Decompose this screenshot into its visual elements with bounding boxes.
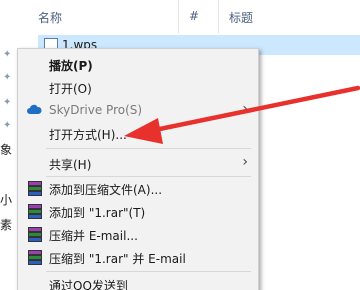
menu-separator — [46, 148, 251, 149]
column-header-name[interactable]: 名称 — [38, 9, 62, 26]
submenu-arrow-icon: › — [242, 154, 248, 170]
menu-item-skydrive-pro[interactable]: SkyDrive Pro(S) › — [18, 99, 258, 121]
nav-item-label[interactable]: 象 — [0, 143, 16, 157]
menu-item-label: SkyDrive Pro(S) — [49, 103, 143, 117]
menu-item-label: 添加到 "1.rar"(T) — [49, 206, 146, 220]
menu-item-add-to-archive[interactable]: 添加到压缩文件(A)... — [18, 177, 258, 199]
pin-icon: ✦ — [3, 49, 12, 60]
submenu-arrow-icon: › — [242, 101, 248, 117]
navigation-pane: ✦ ✦ ✦ ✦ 象 小 素 — [0, 0, 18, 290]
winrar-icon — [26, 226, 42, 242]
menu-item-label: 打开方式(H)... — [49, 128, 127, 142]
pin-icon: ✦ — [3, 72, 12, 83]
column-header-title[interactable]: 标题 — [229, 9, 253, 26]
menu-item-play[interactable]: 播放(P) — [18, 53, 258, 75]
menu-item-label: 播放(P) — [49, 59, 93, 73]
column-header-number[interactable]: # — [189, 9, 199, 23]
context-menu: 播放(P) 打开(O) SkyDrive Pro(S) › 打开方式(H)...… — [17, 48, 259, 290]
nav-item-label[interactable]: 素 — [0, 218, 16, 232]
cloud-icon — [27, 104, 42, 114]
winrar-icon — [26, 203, 42, 219]
column-header-bar: ^ 名称 # 标题 — [18, 0, 360, 33]
sort-chevron-icon: ^ — [100, 0, 109, 6]
menu-item-label: 共享(H) — [49, 158, 92, 172]
explorer-window: ✦ ✦ ✦ ✦ 象 小 素 ^ 名称 # 标题 1.wps 播放(P) 打开(O… — [0, 0, 360, 290]
menu-separator — [46, 271, 251, 272]
column-divider[interactable] — [178, 0, 179, 33]
column-divider[interactable] — [218, 0, 219, 33]
menu-item-label: 打开(O) — [49, 82, 92, 96]
menu-item-label: 压缩并 E-mail... — [49, 229, 138, 243]
nav-item-label[interactable]: 小 — [0, 193, 16, 207]
pin-icon: ✦ — [3, 97, 12, 108]
menu-item-label: 通过QQ发送到 — [49, 279, 128, 290]
menu-item-compress-email[interactable]: 压缩并 E-mail... — [18, 223, 258, 245]
winrar-icon — [26, 180, 42, 196]
menu-item-compress-rar-email[interactable]: 压缩到 "1.rar" 并 E-mail — [18, 246, 258, 268]
pin-icon: ✦ — [3, 120, 12, 131]
menu-item-add-to-rar[interactable]: 添加到 "1.rar"(T) — [18, 200, 258, 222]
menu-item-send-via-qq[interactable]: 通过QQ发送到 — [18, 273, 258, 290]
menu-item-label: 添加到压缩文件(A)... — [49, 183, 163, 197]
winrar-icon — [26, 249, 42, 265]
menu-item-open[interactable]: 打开(O) — [18, 76, 258, 98]
menu-item-open-with[interactable]: 打开方式(H)... — [18, 122, 258, 144]
menu-item-label: 压缩到 "1.rar" 并 E-mail — [49, 252, 186, 266]
menu-item-share[interactable]: 共享(H) › — [18, 152, 258, 174]
